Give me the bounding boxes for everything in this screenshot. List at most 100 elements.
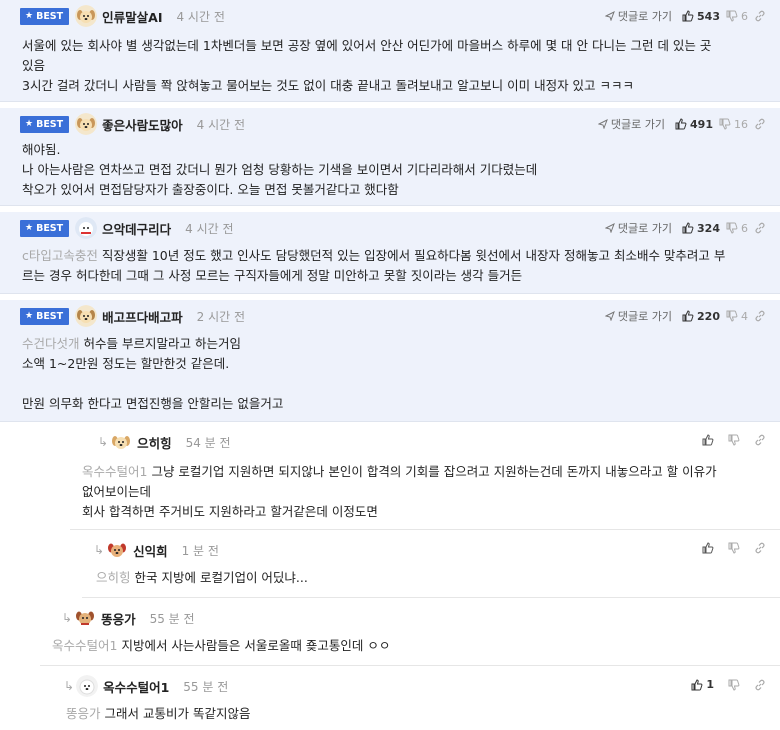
timestamp: 55 분 전 [183,679,229,694]
reply-target-nickname[interactable]: 수건다섯개 [22,336,80,351]
best-badge: ★ BEST [20,307,70,325]
reply-target-nickname[interactable]: 옥수수털어1 [52,638,117,653]
dislike-count: 6 [741,221,748,235]
link-icon [755,679,765,690]
comment-body: 서울에 있는 회사야 별 생각없는데 1차벤더들 보면 공장 옆에 있어서 안산… [22,38,712,93]
reply-comment: ↳ 옥수수털어1 55 분 전 1 똥응가 그래서 교통비가 똑같지않음 [52,670,780,730]
like-button[interactable]: 1 [691,678,714,691]
share-button[interactable] [754,434,766,446]
link-icon [755,10,765,22]
timestamp: 4 시간 전 [196,117,246,132]
dog-avatar-icon[interactable] [76,675,99,697]
dislike-count: 6 [741,9,748,23]
comment-body: 똥응가 그래서 교통비가 똑같지않음 [66,706,251,721]
reply-target-nickname[interactable]: 똥응가 [66,706,101,721]
reply-target-nickname[interactable]: c타입고속충전 [22,248,98,263]
comment-best-1: ★ BEST 인류말살AI 4 시간 전 댓글로 가기 543 6 서울에 있는 … [0,0,780,102]
share-button[interactable] [754,310,766,322]
thumbs-down-icon [719,118,731,130]
thumbs-up-icon [675,118,687,130]
reply-arrow-icon: ↳ [94,543,105,557]
like-button[interactable] [702,434,714,446]
dog-avatar-icon[interactable] [75,217,98,239]
dog-avatar-icon[interactable] [106,539,129,561]
like-count: 543 [697,9,720,23]
reply-arrow-icon: ↳ [62,611,73,625]
comment-body: c타입고속충전 직장생활 10년 정도 했고 인사도 담당했던적 있는 입장에서 … [22,248,726,283]
star-icon: ★ [25,11,34,21]
star-icon: ★ [25,311,34,321]
dog-avatar-icon[interactable] [75,5,98,27]
share-button[interactable] [754,222,766,234]
reply-comment: ↳ 똥응가 55 분 전 옥수수털어1 지방에서 사는사람들은 서울로올때 죶고통… [40,602,780,666]
reply-comment: ↳ 으히힝 54 분 전 옥수수털어1 그냥 로컬기업 지원하면 되지않나 본인이… [70,426,780,530]
comment-body: 수건다섯개 허수들 부르지말라고 하는거임 소액 1~2만원 정도는 할만한것 같… [22,336,284,411]
author-nickname[interactable]: 으히힝 [137,433,172,452]
timestamp: 2 시간 전 [196,309,246,324]
like-button[interactable]: 220 [682,310,720,323]
dog-avatar-icon[interactable] [75,305,98,327]
dislike-button[interactable]: 6 [726,222,748,235]
goto-comment-link[interactable]: 댓글로 가기 [604,220,676,236]
goto-comment-link[interactable]: 댓글로 가기 [604,308,676,324]
author-nickname[interactable]: 좋은사람도많아 [102,115,183,134]
send-arrow-icon [597,119,608,129]
dislike-count: 16 [734,117,748,131]
link-icon [755,434,765,446]
thumbs-down-icon [726,222,738,234]
like-button[interactable] [702,542,714,554]
dog-avatar-icon[interactable] [74,607,97,629]
author-nickname[interactable]: 으악데구리다 [102,219,171,238]
author-nickname[interactable]: 인류말살AI [102,7,162,26]
dog-avatar-icon[interactable] [110,431,133,453]
link-icon [755,542,765,554]
like-button[interactable]: 543 [682,10,720,23]
author-nickname[interactable]: 옥수수털어1 [103,677,169,696]
dislike-button[interactable] [728,434,740,446]
timestamp: 4 시간 전 [185,221,234,236]
thumbs-up-icon [702,434,714,446]
dislike-button[interactable]: 6 [726,10,748,23]
goto-comment-link[interactable]: 댓글로 가기 [604,8,676,24]
thumbs-down-icon [726,10,738,22]
best-badge: ★ BEST [20,115,70,133]
author-nickname[interactable]: 똥응가 [101,609,136,628]
reply-target-nickname[interactable]: 옥수수털어1 [82,464,147,479]
dislike-button[interactable]: 16 [719,118,748,131]
like-button[interactable]: 491 [675,118,713,131]
comment-best-2: ★ BEST 좋은사람도많아 4 시간 전 댓글로 가기 491 16 해야됨. … [0,108,780,206]
goto-comment-link[interactable]: 댓글로 가기 [597,116,669,132]
dislike-button[interactable]: 4 [726,310,748,323]
thumbs-up-icon [691,678,703,690]
thumbs-up-icon [702,542,714,554]
share-button[interactable] [754,10,766,22]
comment-body: 으히힝 한국 지방에 로컬기업이 어딨냐... [96,570,308,585]
comment-best-3: ★ BEST 으악데구리다 4 시간 전 댓글로 가기 324 6 c타입고속충전… [0,212,780,294]
star-icon: ★ [25,223,34,233]
reply-arrow-icon: ↳ [64,679,75,693]
dog-avatar-icon[interactable] [75,113,98,135]
best-badge: ★ BEST [20,7,70,25]
like-count: 491 [690,117,713,131]
reply-target-nickname[interactable]: 으히힝 [96,570,131,585]
send-arrow-icon [604,223,615,233]
share-button[interactable] [754,542,766,554]
dislike-button[interactable] [728,542,740,554]
comment-body: 옥수수털어1 지방에서 사는사람들은 서울로올때 죶고통인데 ㅇㅇ [52,638,391,653]
thumbs-down-icon [726,310,738,322]
dislike-count: 4 [741,309,748,323]
send-arrow-icon [604,311,615,321]
dislike-button[interactable] [728,679,740,691]
best-badge: ★ BEST [20,219,70,237]
share-button[interactable] [754,679,766,691]
like-button[interactable]: 324 [682,222,720,235]
share-button[interactable] [754,118,766,130]
reply-arrow-icon: ↳ [98,435,109,449]
like-count: 220 [697,309,720,323]
author-nickname[interactable]: 배고프다배고파 [102,307,183,326]
thumbs-down-icon [728,679,740,691]
author-nickname[interactable]: 신익희 [133,541,168,560]
link-icon [755,222,765,234]
timestamp: 54 분 전 [185,435,231,450]
link-icon [755,118,765,130]
